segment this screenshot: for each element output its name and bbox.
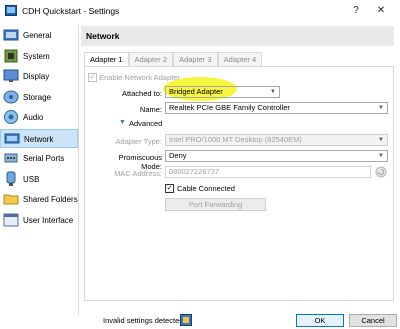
sidebar-item-label: System [23,52,50,61]
ok-button[interactable]: OK [296,314,344,327]
sidebar-item-label: User Interface [23,216,74,225]
display-icon [3,69,19,82]
name-label: Name: [139,105,162,114]
tab-adapter-1[interactable]: Adapter 1 [84,52,129,67]
sidebar-item-display[interactable]: Display [0,67,78,86]
sidebar-item-label: Serial Ports [23,154,65,163]
chevron-down-icon: ▼ [378,153,384,159]
enable-adapter-label: Enable Network Adapter [99,73,180,82]
chevron-down-icon: ▼ [378,105,384,111]
cable-connected-label: Cable Connected [177,184,235,193]
title-bar: CDH Quickstart - Settings ? ✕ [0,0,400,22]
sidebar-item-label: General [23,31,52,40]
sidebar-item-general[interactable]: General [0,26,78,45]
sidebar-item-user-interface[interactable]: User Interface [0,211,78,230]
tab-adapter-4[interactable]: Adapter 4 [217,52,263,66]
page-title: Network [86,31,120,41]
general-icon [3,29,19,41]
sidebar-item-serial-ports[interactable]: Serial Ports [0,149,78,168]
help-button[interactable]: ? [348,3,364,19]
chevron-down-icon: ▼ [270,89,276,95]
adapter-type-select[interactable]: Intel PRO/1000 MT Desktop (82540EM) ▼ [165,134,388,146]
settings-sidebar: General System Display Storage Audio Net… [0,25,79,315]
network-icon [4,133,20,144]
name-select[interactable]: Realtek PCIe GBE Family Controller ▼ [165,102,388,114]
mac-address-field[interactable]: 080027226737 [165,166,371,178]
sidebar-item-storage[interactable]: Storage [0,88,78,107]
user-interface-icon [3,213,19,227]
virtualbox-icon [5,5,17,16]
expand-icon[interactable]: ▼ [119,119,126,126]
sidebar-item-shared-folders[interactable]: Shared Folders [0,190,78,209]
promiscuous-select[interactable]: Deny ▼ [165,150,388,162]
name-value: Realtek PCIe GBE Family Controller [169,103,290,112]
status-message: Invalid settings detected [103,316,184,325]
serial-ports-icon [4,153,18,163]
adapter-tabs: Adapter 1 Adapter 2 Adapter 3 Adapter 4 [84,52,263,67]
system-icon [4,49,18,63]
sidebar-item-label: Network [24,135,54,144]
usb-icon [6,171,16,186]
window-title: CDH Quickstart - Settings [22,6,120,16]
sidebar-item-label: Audio [23,113,44,122]
warning-icon[interactable] [180,314,192,326]
close-button[interactable]: ✕ [373,3,389,19]
port-forwarding-button[interactable]: Port Forwarding [165,198,266,211]
audio-icon [4,110,18,124]
tab-adapter-3[interactable]: Adapter 3 [173,52,218,66]
refresh-icon[interactable] [375,166,387,178]
shared-folders-icon [3,194,19,205]
attached-to-value: Bridged Adapter [169,87,223,96]
sidebar-item-label: Shared Folders [23,195,78,204]
mac-address-label: MAC Address: [114,169,162,178]
attached-to-select[interactable]: Bridged Adapter ▼ [165,86,280,98]
tab-adapter-2[interactable]: Adapter 2 [128,52,174,66]
chevron-down-icon: ▼ [378,137,384,143]
cable-connected-checkbox[interactable]: ✓ [165,184,174,193]
cancel-button[interactable]: Cancel [349,314,397,327]
storage-icon [3,90,19,104]
sidebar-item-label: Display [23,72,50,81]
sidebar-item-label: Storage [23,93,52,102]
sidebar-item-label: USB [23,175,40,184]
advanced-toggle[interactable]: Advanced [129,119,162,128]
attached-to-label: Attached to: [121,89,162,98]
adapter-type-label: Adapter Type: [115,137,162,146]
sidebar-item-system[interactable]: System [0,47,78,66]
section-header: Network [81,26,394,46]
sidebar-item-audio[interactable]: Audio [0,108,78,127]
sidebar-item-usb[interactable]: USB [0,170,78,189]
promiscuous-value: Deny [169,151,187,160]
sidebar-item-network[interactable]: Network [0,129,78,148]
enable-adapter-checkbox[interactable]: ✓ [88,73,97,82]
adapter-type-value: Intel PRO/1000 MT Desktop (82540EM) [169,135,302,144]
